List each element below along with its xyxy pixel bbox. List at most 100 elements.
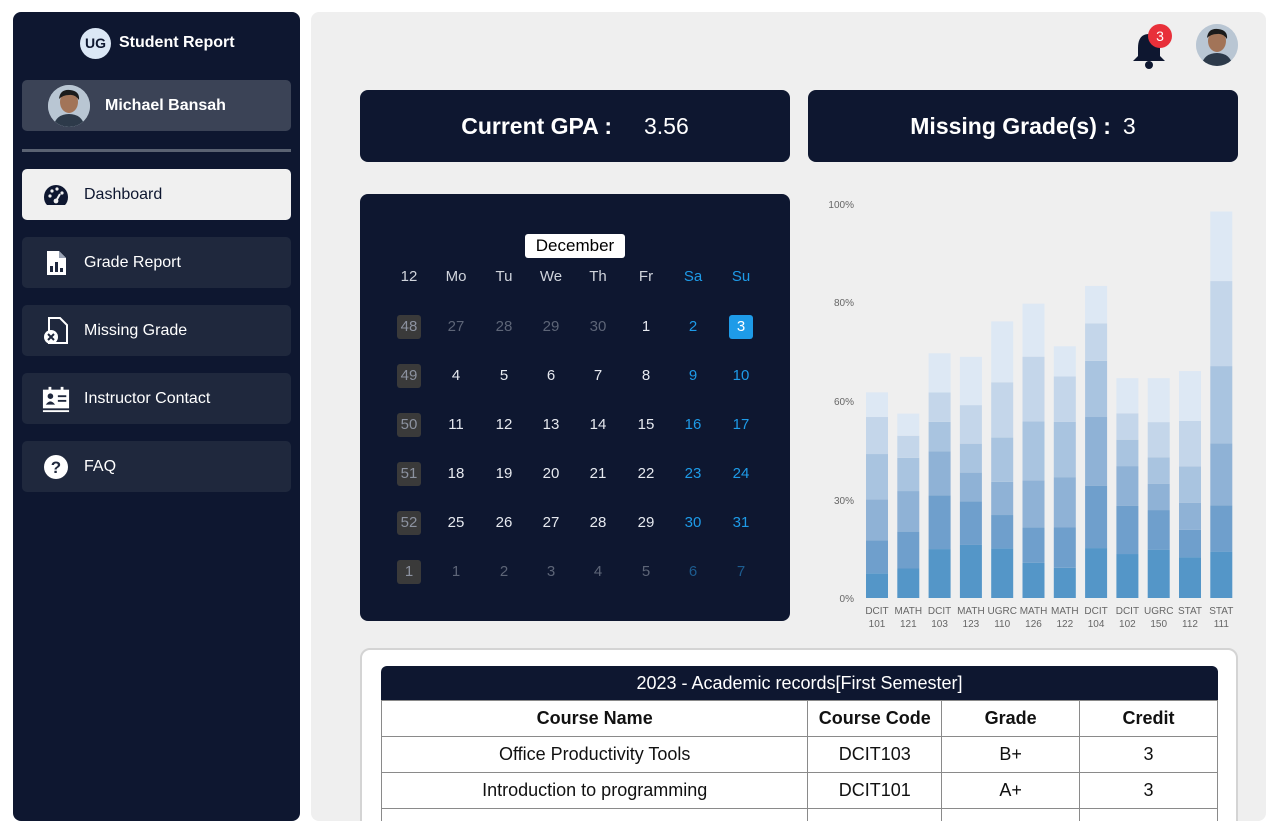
profile-card[interactable]: Michael Bansah — [22, 80, 291, 131]
bar-segment[interactable] — [866, 540, 888, 574]
bar-segment[interactable] — [928, 451, 951, 496]
calendar-day[interactable]: 2 — [673, 315, 713, 339]
bar-segment[interactable] — [928, 495, 951, 550]
bar-segment[interactable] — [1022, 527, 1045, 563]
calendar-day[interactable]: 10 — [721, 364, 761, 388]
calendar-day[interactable]: 18 — [436, 462, 476, 486]
calendar-day[interactable]: 6 — [673, 560, 713, 584]
bar-segment[interactable] — [959, 405, 982, 444]
calendar-day[interactable]: 8 — [626, 364, 666, 388]
sidebar-item-instructor-contact[interactable]: Instructor Contact — [22, 373, 291, 424]
bar-segment[interactable] — [1022, 480, 1045, 528]
bar-segment[interactable] — [1147, 422, 1170, 458]
bar-segment[interactable] — [928, 549, 951, 598]
calendar-day[interactable]: 22 — [626, 462, 666, 486]
calendar-day[interactable]: 19 — [484, 462, 524, 486]
bar-segment[interactable] — [991, 437, 1014, 482]
calendar-day[interactable]: 30 — [673, 511, 713, 535]
bar-segment[interactable] — [1147, 378, 1170, 423]
bar-segment[interactable] — [866, 392, 888, 418]
bar-segment[interactable] — [1116, 554, 1139, 598]
sidebar-item-dashboard[interactable]: Dashboard — [22, 169, 291, 220]
bar-segment[interactable] — [1179, 502, 1201, 530]
calendar-day[interactable]: 24 — [721, 462, 761, 486]
calendar-day[interactable]: 27 — [436, 315, 476, 339]
bar-segment[interactable] — [1147, 549, 1170, 598]
calendar-day[interactable]: 16 — [673, 413, 713, 437]
bar-segment[interactable] — [866, 573, 888, 598]
bar-segment[interactable] — [1210, 443, 1233, 506]
bar-segment[interactable] — [1179, 529, 1201, 558]
calendar-day[interactable]: 28 — [578, 511, 618, 535]
bar-segment[interactable] — [959, 544, 982, 598]
sidebar-item-missing-grade[interactable]: Missing Grade — [22, 305, 291, 356]
bar-segment[interactable] — [1085, 285, 1108, 324]
bar-segment[interactable] — [959, 443, 982, 473]
calendar-day[interactable]: 9 — [673, 364, 713, 388]
bar-segment[interactable] — [1085, 417, 1108, 486]
bar-segment[interactable] — [1116, 505, 1139, 555]
bar-segment[interactable] — [991, 481, 1014, 516]
bar-segment[interactable] — [991, 382, 1014, 438]
bar-segment[interactable] — [1053, 421, 1076, 478]
bar-segment[interactable] — [1053, 567, 1076, 598]
user-avatar[interactable] — [1196, 24, 1238, 66]
calendar-day[interactable]: 4 — [436, 364, 476, 388]
calendar-day[interactable]: 25 — [436, 511, 476, 535]
calendar-day[interactable]: 2 — [484, 560, 524, 584]
bar-segment[interactable] — [1147, 457, 1170, 484]
bar-segment[interactable] — [1022, 303, 1045, 357]
bar-segment[interactable] — [1053, 527, 1076, 568]
sidebar-item-faq[interactable]: ? FAQ — [22, 441, 291, 492]
bar-segment[interactable] — [1147, 510, 1170, 550]
bar-segment[interactable] — [1210, 505, 1233, 552]
calendar-day[interactable]: 26 — [484, 511, 524, 535]
bar-segment[interactable] — [1179, 371, 1201, 421]
bar-segment[interactable] — [959, 356, 982, 406]
bar-segment[interactable] — [1022, 562, 1045, 598]
bar-segment[interactable] — [991, 515, 1014, 549]
bar-segment[interactable] — [1147, 483, 1170, 511]
calendar-day[interactable]: 31 — [721, 511, 761, 535]
bar-segment[interactable] — [928, 392, 951, 422]
calendar-day[interactable]: 17 — [721, 413, 761, 437]
calendar-day[interactable]: 21 — [578, 462, 618, 486]
bar-segment[interactable] — [866, 499, 888, 541]
bar-segment[interactable] — [959, 501, 982, 545]
bar-segment[interactable] — [897, 435, 920, 458]
bar-segment[interactable] — [897, 491, 920, 532]
bar-segment[interactable] — [1210, 551, 1233, 598]
bar-segment[interactable] — [991, 321, 1014, 383]
bar-segment[interactable] — [866, 454, 888, 500]
bar-segment[interactable] — [897, 531, 920, 569]
calendar-day-today[interactable]: 3 — [721, 315, 761, 339]
bar-segment[interactable] — [928, 421, 951, 452]
bar-segment[interactable] — [1085, 548, 1108, 598]
calendar-day[interactable]: 30 — [578, 315, 618, 339]
calendar-day[interactable]: 1 — [436, 560, 476, 584]
bar-segment[interactable] — [897, 413, 920, 436]
bar-segment[interactable] — [1053, 376, 1076, 422]
calendar-day[interactable]: 23 — [673, 462, 713, 486]
bar-segment[interactable] — [1085, 485, 1108, 549]
bar-segment[interactable] — [1179, 557, 1201, 598]
sidebar-item-grade-report[interactable]: Grade Report — [22, 237, 291, 288]
calendar-day[interactable]: 29 — [626, 511, 666, 535]
bar-segment[interactable] — [1116, 378, 1139, 414]
calendar-month[interactable]: December — [525, 234, 625, 258]
calendar-day[interactable]: 4 — [578, 560, 618, 584]
calendar-day[interactable]: 13 — [531, 413, 571, 437]
bar-segment[interactable] — [1210, 366, 1233, 444]
calendar-day[interactable]: 14 — [578, 413, 618, 437]
calendar-day[interactable]: 29 — [531, 315, 571, 339]
calendar-day[interactable]: 20 — [531, 462, 571, 486]
calendar-day[interactable]: 5 — [626, 560, 666, 584]
bar-segment[interactable] — [1210, 211, 1233, 282]
bar-segment[interactable] — [1053, 477, 1076, 528]
calendar-day[interactable]: 27 — [531, 511, 571, 535]
bar-segment[interactable] — [1210, 281, 1233, 367]
bar-segment[interactable] — [991, 548, 1014, 598]
bar-segment[interactable] — [1085, 360, 1108, 418]
bar-segment[interactable] — [866, 417, 888, 455]
bar-segment[interactable] — [1022, 421, 1045, 481]
